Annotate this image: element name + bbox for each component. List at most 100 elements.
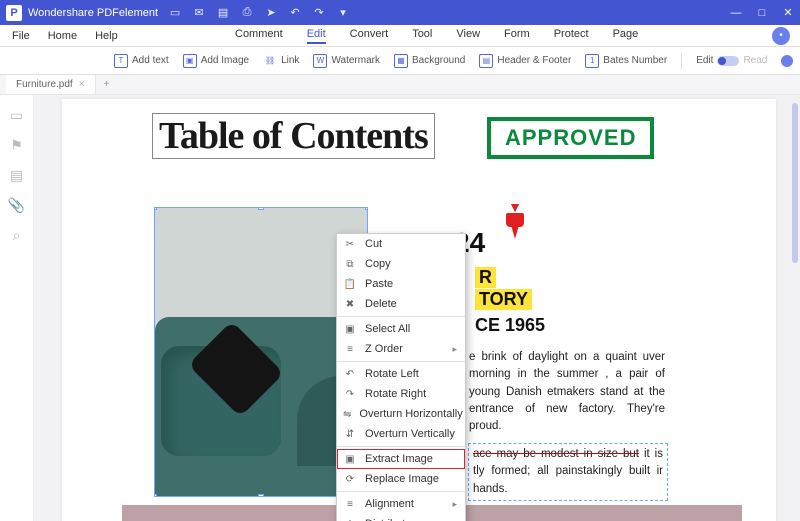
ctx-separator <box>337 491 465 492</box>
ctx-alignment[interactable]: ≡ Alignment ▸ <box>337 494 465 514</box>
text-line: e brink of daylight on a quaint <box>469 351 637 363</box>
ctx-rotate-left[interactable]: ↶Rotate Left <box>337 364 465 384</box>
attachments-icon[interactable]: 📎 <box>9 197 25 213</box>
maximize-button[interactable]: □ <box>756 6 768 19</box>
menu-comment[interactable]: Comment <box>235 28 283 44</box>
menu-file[interactable]: File <box>12 30 30 42</box>
approved-stamp[interactable]: APPROVED <box>487 117 654 159</box>
comments-icon[interactable]: ▤ <box>9 167 25 183</box>
menu-bar: File Home Help Comment Edit Convert Tool… <box>0 25 800 47</box>
minimize-button[interactable]: — <box>730 6 742 19</box>
subtitle-text[interactable]: CE 1965 <box>475 315 545 336</box>
ctx-distribute[interactable]: ⋮Distribute▸ <box>337 514 465 521</box>
tab-close-icon[interactable]: × <box>79 79 85 90</box>
settings-button[interactable] <box>777 55 797 67</box>
user-avatar[interactable]: • <box>772 27 790 45</box>
highlight-text[interactable]: R <box>475 267 496 288</box>
ctx-delete[interactable]: ✖Delete <box>337 294 465 314</box>
ctx-label: Select All <box>365 323 410 335</box>
menu-help[interactable]: Help <box>95 30 118 42</box>
extract-image-icon: ▣ <box>343 452 357 466</box>
bates-label: Bates Number <box>603 55 667 66</box>
link-icon: ⛓ <box>263 54 277 68</box>
undo-icon[interactable]: ↶ <box>288 6 302 20</box>
pushpin-icon[interactable] <box>506 199 524 239</box>
submenu-arrow-icon: ▸ <box>452 499 457 510</box>
tab-furniture[interactable]: Furniture.pdf × <box>6 75 96 94</box>
close-button[interactable]: ✕ <box>782 6 794 19</box>
resize-handle[interactable] <box>258 494 264 497</box>
ctx-select-all[interactable]: ▣Select All <box>337 319 465 339</box>
title-table-of-contents[interactable]: Table of Contents <box>152 113 435 159</box>
bookmarks-icon[interactable]: ⚑ <box>9 137 25 153</box>
header-footer-icon: ▤ <box>479 54 493 68</box>
link-label: Link <box>281 55 299 66</box>
ctx-label: Rotate Right <box>365 388 426 400</box>
add-text-label: Add text <box>132 55 169 66</box>
print-icon[interactable]: ⎙ <box>240 6 254 20</box>
gear-icon <box>781 55 793 67</box>
document-canvas[interactable]: Table of Contents APPROVED 24 R TORY CE … <box>34 95 800 521</box>
menu-home[interactable]: Home <box>48 30 77 42</box>
menu-page[interactable]: Page <box>613 28 639 44</box>
paste-icon: 📋 <box>343 277 357 291</box>
resize-handle[interactable] <box>154 207 157 210</box>
edit-ribbon: TAdd text ▣Add Image ⛓ Link WWatermark ▦B… <box>0 47 800 75</box>
highlight-text[interactable]: TORY <box>475 289 532 310</box>
main-area: ▭ ⚑ ▤ 📎 ⌕ Table of Contents APPROVED 24 … <box>0 95 800 521</box>
ctx-overturn-h[interactable]: ⇋Overturn Horizontally <box>337 404 465 424</box>
ctx-extract-image[interactable]: ▣ Extract Image <box>337 449 465 469</box>
menu-convert[interactable]: Convert <box>350 28 389 44</box>
save-icon[interactable]: ▤ <box>216 6 230 20</box>
open-icon[interactable]: ▭ <box>168 6 182 20</box>
search-icon[interactable]: ⌕ <box>9 227 25 243</box>
vertical-scrollbar[interactable] <box>792 103 798 263</box>
ctx-rotate-right[interactable]: ↷ Rotate Right <box>337 384 465 404</box>
toggle-icon <box>717 56 739 66</box>
copy-icon: ⧉ <box>343 257 357 271</box>
menu-edit[interactable]: Edit <box>307 28 326 44</box>
watermark-button[interactable]: WWatermark <box>309 54 384 68</box>
resize-handle[interactable] <box>365 207 368 210</box>
menu-tool[interactable]: Tool <box>412 28 432 44</box>
thumbnails-icon[interactable]: ▭ <box>9 107 25 123</box>
body-paragraph[interactable]: e brink of daylight on a quaint uver mor… <box>469 349 665 435</box>
mail-icon[interactable]: ✉ <box>192 6 206 20</box>
ctx-label: Copy <box>365 258 391 270</box>
rotate-right-icon: ↷ <box>343 387 357 401</box>
strikethrough-text: ace may be modest in size but <box>473 448 639 460</box>
ctx-z-order[interactable]: ≡Z Order▸ <box>337 339 465 359</box>
ctx-label: Overturn Vertically <box>365 428 455 440</box>
z-order-icon: ≡ <box>343 342 357 356</box>
add-image-button[interactable]: ▣Add Image <box>179 54 253 68</box>
body-paragraph-selected[interactable]: ace may be modest in size but it is tly … <box>468 443 668 501</box>
cut-icon: ✂ <box>343 237 357 251</box>
resize-handle[interactable] <box>258 207 264 210</box>
ctx-label: Extract Image <box>365 453 433 465</box>
ctx-label: Paste <box>365 278 393 290</box>
new-tab-button[interactable]: + <box>96 79 118 90</box>
bates-icon: 1 <box>585 54 599 68</box>
document-tabs: Furniture.pdf × + <box>0 75 800 95</box>
ctx-copy[interactable]: ⧉ Copy <box>337 254 465 274</box>
redo-icon[interactable]: ↷ <box>312 6 326 20</box>
menu-view[interactable]: View <box>456 28 480 44</box>
menu-form[interactable]: Form <box>504 28 530 44</box>
menu-protect[interactable]: Protect <box>554 28 589 44</box>
ctx-label: Alignment <box>365 498 414 510</box>
dropdown-icon[interactable]: ▾ <box>336 6 350 20</box>
alignment-icon: ≡ <box>343 497 357 511</box>
ctx-paste[interactable]: 📋 Paste <box>337 274 465 294</box>
header-footer-button[interactable]: ▤Header & Footer <box>475 54 575 68</box>
share-icon[interactable]: ➤ <box>264 6 278 20</box>
watermark-label: Watermark <box>331 55 380 66</box>
ctx-cut[interactable]: ✂Cut <box>337 234 465 254</box>
add-text-button[interactable]: TAdd text <box>110 54 173 68</box>
bates-button[interactable]: 1 Bates Number <box>581 54 671 68</box>
link-button[interactable]: ⛓ Link <box>259 54 303 68</box>
ctx-replace-image[interactable]: ⟳Replace Image <box>337 469 465 489</box>
resize-handle[interactable] <box>154 494 157 497</box>
edit-mode-toggle[interactable]: EditRead <box>692 55 771 66</box>
ctx-overturn-v[interactable]: ⇵Overturn Vertically <box>337 424 465 444</box>
background-button[interactable]: ▦Background <box>390 54 469 68</box>
